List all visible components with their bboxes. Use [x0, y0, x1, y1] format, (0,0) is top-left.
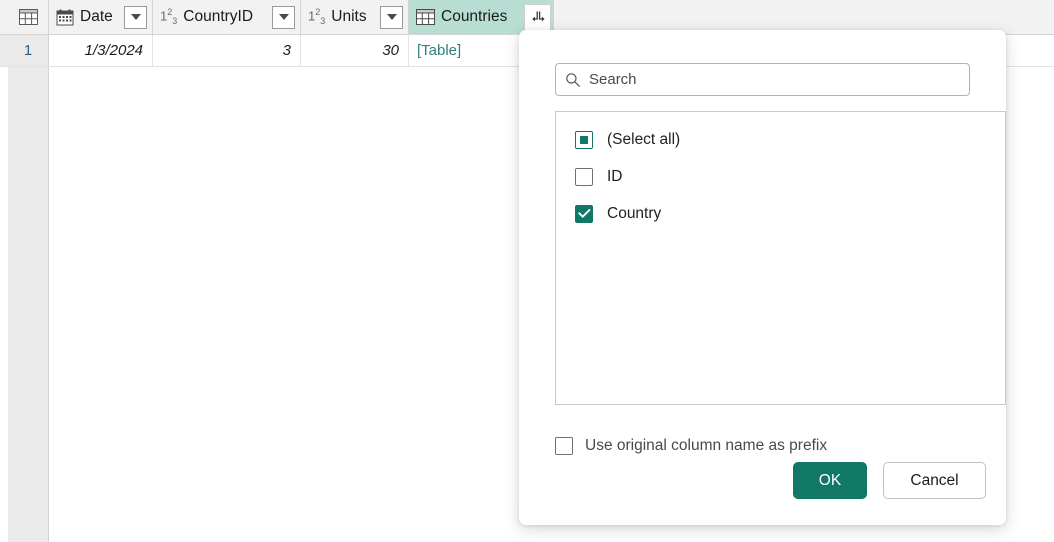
select-all-corner-button[interactable] [0, 0, 49, 34]
row-number: 1 [0, 35, 49, 66]
list-item-label: Country [607, 204, 662, 222]
chevron-down-icon [130, 14, 141, 20]
column-header-countryid[interactable]: 123 CountryID [153, 0, 301, 34]
filter-dropdown-units[interactable] [380, 5, 403, 29]
prefix-option-label: Use original column name as prefix [585, 437, 828, 454]
expand-columns-button[interactable] [524, 3, 551, 31]
column-header-label: Date [80, 8, 113, 25]
search-icon [565, 72, 581, 88]
checkbox-unchecked-icon[interactable] [575, 167, 593, 186]
ok-button[interactable]: OK [793, 462, 867, 499]
expand-columns-popup: (Select all) ID Country Use original col… [519, 30, 1006, 525]
column-header-countries[interactable]: Countries [409, 0, 554, 34]
table-icon [416, 9, 435, 25]
chevron-down-icon [386, 14, 397, 20]
grid-left-margin [0, 0, 8, 542]
checkbox-checked-icon[interactable] [575, 204, 593, 223]
checkbox-unchecked-icon[interactable] [555, 437, 573, 455]
column-header-date[interactable]: Date [49, 0, 153, 34]
cancel-button[interactable]: Cancel [883, 462, 986, 499]
expand-arrows-icon [531, 11, 545, 22]
column-header-label: Units [331, 8, 367, 25]
list-item-label: (Select all) [607, 130, 681, 148]
table-icon [18, 9, 38, 25]
columns-list[interactable]: (Select all) ID Country [555, 111, 1006, 405]
cell-date[interactable]: 1/3/2024 [49, 35, 153, 66]
calendar-icon [56, 9, 74, 26]
checkbox-indeterminate-icon[interactable] [575, 130, 593, 149]
cell-units[interactable]: 30 [301, 35, 409, 66]
list-item-country[interactable]: Country [556, 195, 1005, 232]
search-input[interactable] [589, 71, 959, 88]
column-header-label: Countries [441, 8, 508, 25]
list-item-id[interactable]: ID [556, 158, 1005, 195]
cell-countryid[interactable]: 3 [153, 35, 301, 66]
column-header-units[interactable]: 123 Units [301, 0, 409, 34]
chevron-down-icon [278, 14, 289, 20]
use-original-column-name-as-prefix-option[interactable]: Use original column name as prefix [555, 437, 827, 455]
number-123-icon: 123 [308, 7, 326, 26]
list-item-label: ID [607, 167, 623, 185]
dialog-button-bar: OK Cancel [793, 462, 986, 499]
search-box[interactable] [555, 63, 970, 96]
filter-dropdown-date[interactable] [124, 5, 147, 29]
row-number-gutter [8, 0, 49, 542]
list-item-select-all[interactable]: (Select all) [556, 121, 1005, 158]
column-header-label: CountryID [183, 8, 254, 25]
filter-dropdown-countryid[interactable] [272, 5, 295, 29]
number-123-icon: 123 [160, 7, 178, 26]
